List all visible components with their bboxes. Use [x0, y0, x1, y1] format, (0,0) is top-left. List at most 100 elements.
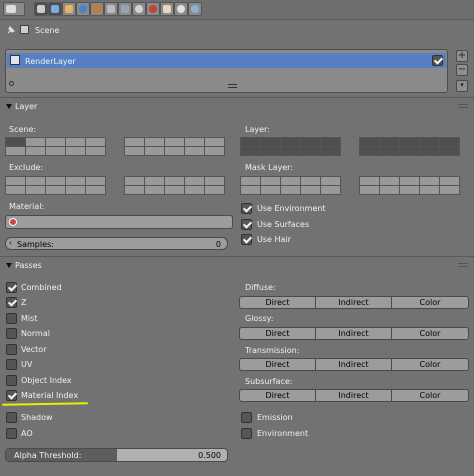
z-pass-checkbox[interactable] [6, 297, 17, 308]
transmission-pass-buttons: Direct Indirect Color [239, 358, 469, 371]
diffuse-indirect-button[interactable]: Indirect [315, 296, 392, 309]
editor-type-button[interactable] [3, 2, 25, 16]
subsurface-indirect-button[interactable]: Indirect [315, 389, 392, 402]
material-label: Material: [9, 202, 45, 211]
remove-layer-button[interactable]: − [456, 64, 468, 76]
normal-pass-checkbox[interactable] [6, 328, 17, 339]
texture-icon [163, 5, 171, 13]
properties-header [0, 0, 474, 20]
passes-panel-header[interactable]: Passes [6, 261, 42, 270]
glossy-label: Glossy: [245, 314, 274, 323]
shadow-pass-label: Shadow [21, 413, 53, 422]
ao-pass-checkbox[interactable] [6, 428, 17, 439]
diffuse-label: Diffuse: [245, 283, 276, 292]
shadow-pass-checkbox[interactable] [6, 412, 17, 423]
object-tab[interactable] [90, 2, 104, 16]
samples-label: Samples: [17, 240, 54, 249]
subsurface-label: Subsurface: [245, 377, 293, 386]
ao-pass-label: AO [21, 429, 33, 438]
material-override-field[interactable] [5, 215, 233, 229]
pin-icon[interactable] [6, 25, 16, 35]
physics-tab[interactable] [188, 2, 202, 16]
add-layer-button[interactable]: + [456, 50, 468, 62]
world-tab[interactable] [76, 2, 90, 16]
layer-specials-button[interactable]: ▾ [456, 80, 468, 92]
highlight-underline [1, 402, 89, 406]
diffuse-direct-button[interactable]: Direct [239, 296, 316, 309]
material-icon [149, 5, 157, 13]
transmission-direct-button[interactable]: Direct [239, 358, 316, 371]
layer-panel-title: Layer [15, 102, 38, 111]
render-tab[interactable] [34, 2, 48, 16]
diffuse-pass-buttons: Direct Indirect Color [239, 296, 469, 309]
environment-pass-checkbox[interactable] [241, 428, 252, 439]
mask-layers-grid[interactable] [240, 176, 341, 195]
use-surfaces-checkbox[interactable] [241, 219, 252, 230]
use-surfaces-label: Use Surfaces [257, 220, 310, 229]
render-layers-icon [51, 5, 59, 13]
material-index-pass-label: Material Index [21, 391, 79, 400]
vector-pass-checkbox[interactable] [6, 344, 17, 355]
particles-tab[interactable] [174, 2, 188, 16]
properties-editor-icon [6, 5, 16, 13]
layer-layers-grid-2[interactable] [359, 137, 460, 156]
mist-pass-label: Mist [21, 314, 38, 323]
collapse-triangle-icon [6, 104, 12, 109]
use-environment-checkbox[interactable] [241, 203, 252, 214]
alpha-threshold-value: 0.500 [198, 451, 221, 460]
decrement-arrow-icon[interactable]: ‹ [9, 239, 12, 247]
constraints-tab[interactable] [104, 2, 118, 16]
passes-panel-title: Passes [15, 261, 42, 270]
transmission-indirect-button[interactable]: Indirect [315, 358, 392, 371]
material-tab[interactable] [146, 2, 160, 16]
object-icon [93, 5, 101, 13]
combined-pass-label: Combined [21, 283, 62, 292]
material-icon [9, 218, 17, 226]
layer-layers-label: Layer: [245, 125, 270, 134]
render-layer-enabled-checkbox[interactable] [432, 55, 443, 66]
list-resize-handle[interactable] [228, 84, 237, 88]
glossy-pass-buttons: Direct Indirect Color [239, 327, 469, 340]
modifiers-tab[interactable] [118, 2, 132, 16]
object-index-pass-checkbox[interactable] [6, 375, 17, 386]
data-tab[interactable] [132, 2, 146, 16]
alpha-threshold-slider[interactable]: Alpha Threshold: 0.500 [5, 448, 228, 462]
list-filter-icon[interactable] [9, 81, 14, 86]
combined-pass-checkbox[interactable] [6, 282, 17, 293]
physics-icon [191, 5, 199, 13]
render-layer-name[interactable]: RenderLayer [25, 57, 76, 66]
scene-layers-grid[interactable] [5, 137, 106, 156]
render-layers-tab[interactable] [48, 2, 62, 16]
emission-pass-checkbox[interactable] [241, 412, 252, 423]
exclude-layers-grid[interactable] [5, 176, 106, 195]
z-pass-label: Z [21, 298, 27, 307]
scene-layers-grid-2[interactable] [124, 137, 225, 156]
glossy-indirect-button[interactable]: Indirect [315, 327, 392, 340]
use-hair-checkbox[interactable] [241, 234, 252, 245]
exclude-label: Exclude: [9, 163, 44, 172]
transmission-color-button[interactable]: Color [391, 358, 469, 371]
exclude-layers-grid-2[interactable] [124, 176, 225, 195]
transmission-label: Transmission: [245, 346, 300, 355]
uv-pass-checkbox[interactable] [6, 359, 17, 370]
layer-layers-grid[interactable] [240, 137, 341, 156]
scene-tab[interactable] [62, 2, 76, 16]
subsurface-pass-buttons: Direct Indirect Color [239, 389, 469, 402]
mask-layers-grid-2[interactable] [359, 176, 460, 195]
glossy-color-button[interactable]: Color [391, 327, 469, 340]
layer-panel-header[interactable]: Layer [6, 102, 37, 111]
mist-pass-checkbox[interactable] [6, 313, 17, 324]
panel-drag-handle[interactable] [458, 263, 468, 267]
panel-divider [0, 97, 474, 98]
wrench-icon [121, 5, 129, 13]
alpha-threshold-label: Alpha Threshold: [14, 451, 82, 460]
texture-tab[interactable] [160, 2, 174, 16]
subsurface-direct-button[interactable]: Direct [239, 389, 316, 402]
use-environment-label: Use Environment [257, 204, 326, 213]
glossy-direct-button[interactable]: Direct [239, 327, 316, 340]
diffuse-color-button[interactable]: Color [391, 296, 469, 309]
subsurface-color-button[interactable]: Color [391, 389, 469, 402]
material-index-pass-checkbox[interactable] [6, 390, 17, 401]
samples-field[interactable]: ‹ Samples: 0 [5, 237, 228, 250]
panel-drag-handle[interactable] [458, 104, 468, 108]
